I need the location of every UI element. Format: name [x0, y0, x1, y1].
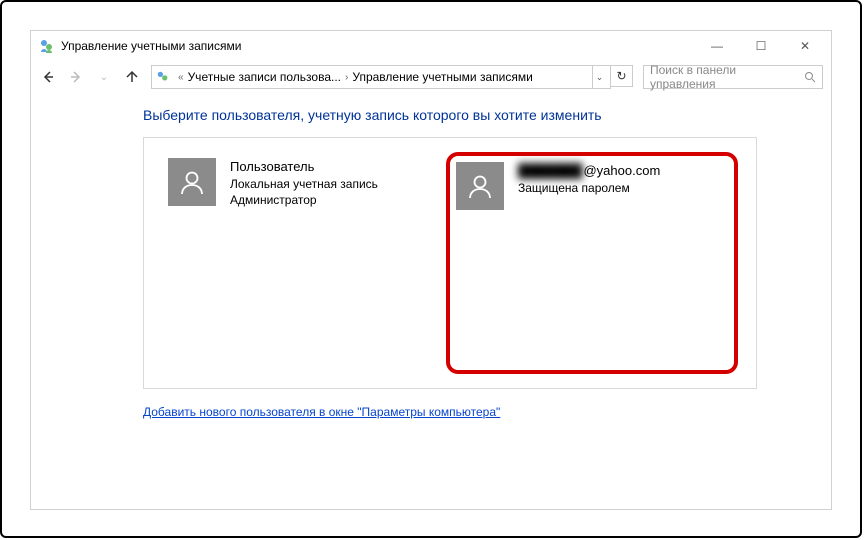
search-icon	[804, 71, 816, 83]
breadcrumb-item[interactable]: Управление учетными записями	[352, 70, 532, 84]
chevron-left-icon: «	[174, 72, 188, 83]
refresh-button[interactable]: ↻	[611, 65, 633, 87]
add-user-link[interactable]: Добавить нового пользователя в окне "Пар…	[143, 405, 500, 419]
minimize-button[interactable]: —	[695, 32, 739, 60]
maximize-button[interactable]: ☐	[739, 32, 783, 60]
avatar	[168, 158, 216, 206]
up-button[interactable]	[123, 68, 141, 86]
chevron-right-icon: ›	[341, 72, 352, 83]
user-tile[interactable]: Пользователь Локальная учетная запись Ад…	[162, 152, 436, 374]
back-button[interactable]	[39, 68, 57, 86]
avatar	[456, 162, 504, 210]
recent-dropdown-icon[interactable]: ⌄	[95, 68, 113, 86]
user-tile-highlighted[interactable]: ███████@yahoo.com Защищена паролем	[446, 152, 738, 374]
search-input[interactable]: Поиск в панели управления	[643, 65, 823, 89]
user-type: Локальная учетная запись	[230, 176, 378, 192]
user-accounts-icon	[39, 38, 55, 54]
redacted-text: ███████	[518, 162, 582, 180]
close-button[interactable]: ✕	[783, 32, 827, 60]
user-accounts-icon	[156, 70, 170, 84]
breadcrumb-item[interactable]: Учетные записи пользова...	[188, 70, 341, 84]
title-bar: Управление учетными записями — ☐ ✕	[31, 31, 831, 61]
breadcrumb[interactable]: « Учетные записи пользова... › Управлени…	[151, 65, 611, 89]
user-role: Администратор	[230, 192, 378, 208]
user-info: ███████@yahoo.com Защищена паролем	[518, 162, 660, 196]
user-info: Пользователь Локальная учетная запись Ад…	[230, 158, 378, 208]
address-dropdown-icon[interactable]: ⌄	[592, 66, 606, 88]
content-area: Выберите пользователя, учетную запись ко…	[31, 93, 831, 429]
page-heading: Выберите пользователя, учетную запись ко…	[143, 107, 823, 123]
forward-button[interactable]	[67, 68, 85, 86]
email-suffix: @yahoo.com	[583, 163, 660, 178]
user-name: Пользователь	[230, 158, 378, 176]
user-name: ███████@yahoo.com	[518, 162, 660, 180]
window-title: Управление учетными записями	[61, 39, 241, 53]
user-status: Защищена паролем	[518, 180, 660, 196]
nav-bar: ⌄ « Учетные записи пользова... › Управле…	[31, 61, 831, 93]
user-list-panel: Пользователь Локальная учетная запись Ад…	[143, 137, 757, 389]
window: Управление учетными записями — ☐ ✕ ⌄ « У…	[30, 30, 832, 510]
search-placeholder: Поиск в панели управления	[650, 63, 804, 91]
